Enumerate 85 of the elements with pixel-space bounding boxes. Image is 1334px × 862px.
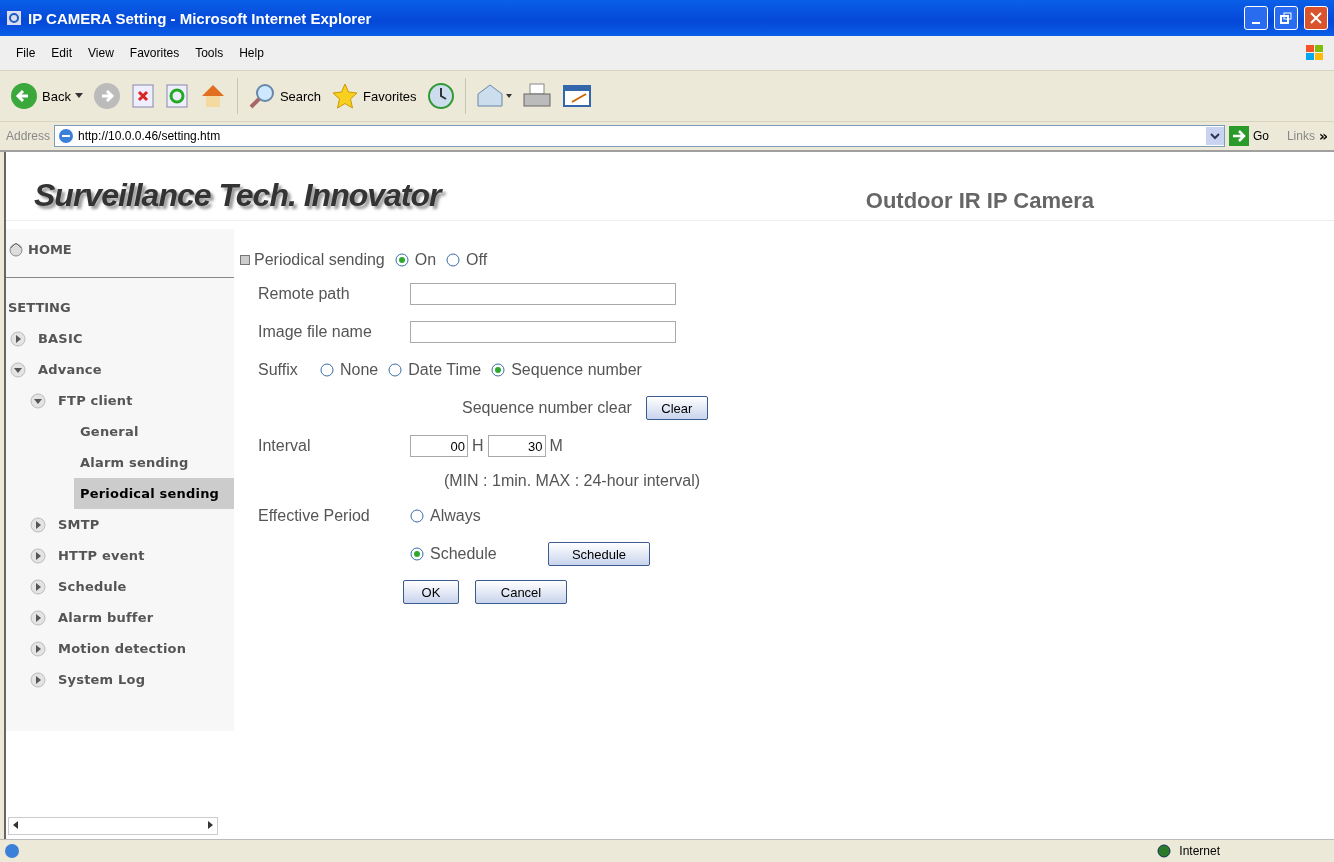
stop-icon[interactable] [130,83,155,109]
restore-button[interactable] [1274,6,1298,30]
radio-button[interactable] [320,363,334,377]
cancel-button[interactable]: Cancel [475,580,567,604]
sidebar-item[interactable]: System Log [30,664,234,695]
minimize-icon [1252,22,1260,24]
menu-item[interactable]: Edit [43,46,81,60]
field-label: Sequence number clear [462,399,632,417]
restore-icon [1280,12,1292,24]
hours-field[interactable]: 00 [410,435,468,457]
sidebar-item[interactable]: General [74,416,234,447]
radio-label: Always [430,507,481,525]
favorites-button[interactable]: Favorites [331,82,417,110]
radio-button[interactable] [394,253,409,267]
minutes-field[interactable]: 30 [487,435,546,457]
address-field[interactable]: http://10.0.0.46/setting.htm [54,125,1225,147]
history-icon[interactable] [426,82,455,110]
close-button[interactable] [1304,6,1328,30]
radio-label: Date Time [408,361,482,379]
menu-item[interactable]: Tools [187,46,232,60]
logo-text: Surveillance Tech. Innovator [34,177,441,214]
schedule-button[interactable]: Schedule [548,542,650,566]
home-link[interactable]: HOME [6,241,234,278]
zone-text: Internet [1179,844,1220,858]
url-text: http://10.0.0.46/setting.htm [78,129,222,143]
product-title: Outdoor IR IP Camera [865,188,1094,214]
sidebar-item[interactable]: Alarm buffer [30,602,234,633]
field-label: Remote path [257,285,351,303]
radio-button[interactable] [410,547,424,561]
input-field[interactable] [410,283,676,305]
unit-label: M [549,437,563,455]
interval-note: (MIN : 1min. MAX : 24-hour interval) [444,472,701,490]
clear-button[interactable]: Clear [645,396,708,420]
radio-label: Schedule [430,545,497,563]
square-bullet-icon [240,255,250,265]
input-field[interactable] [410,321,676,343]
section-title: Periodical sending [254,251,385,269]
search-button[interactable]: Search [247,82,322,110]
menu-item[interactable]: Favorites [121,46,188,60]
menu-item[interactable]: Help [231,46,272,60]
sidebar-item[interactable]: Schedule [30,571,234,602]
radio-label: Off [466,251,488,269]
radio-button[interactable] [388,363,403,377]
search-icon [247,82,276,110]
field-label: Effective Period [257,507,371,525]
field-label: Suffix [257,361,299,379]
section-heading: SETTING [7,299,72,317]
radio-label: On [414,251,437,269]
menu-item[interactable]: File [8,46,44,60]
sidebar-item[interactable]: Alarm sending [74,447,234,478]
dropdown-icon[interactable] [1205,127,1224,145]
globe-icon [1157,844,1172,858]
more-links-text[interactable]: » [1318,128,1328,144]
menu-item[interactable]: View [80,46,122,60]
window-title: IP CAMERA Setting - Microsoft Internet Explorer [28,9,373,27]
back-button[interactable]: Back [10,82,83,110]
sidebar-item[interactable]: HTTP event [30,540,234,571]
edit-icon[interactable] [561,82,592,110]
star-icon [331,82,360,110]
forward-button[interactable] [92,82,121,110]
printer-icon[interactable] [521,82,552,110]
close-icon [1310,12,1322,24]
unit-label: H [472,437,484,455]
caret-icon [74,93,83,99]
field-label: Image file name [257,323,373,341]
radio-label: Sequence number [511,361,642,379]
radio-button[interactable] [410,509,424,523]
address-label: Address [6,129,51,143]
horizontal-scrollbar[interactable] [8,817,218,835]
go-button[interactable]: Go [1228,126,1283,146]
sidebar-item[interactable]: SMTP [30,509,234,540]
sidebar-item[interactable]: Motion detection [30,633,234,664]
minimize-button[interactable] [1244,6,1268,30]
radio-button[interactable] [491,363,506,377]
sidebar-item[interactable]: Periodical sending [74,478,234,509]
radio-button[interactable] [446,253,461,267]
browser-icon [6,10,22,26]
field-label: Interval [257,437,312,455]
sidebar-item[interactable]: FTP client [30,385,234,416]
windows-logo-icon [1304,43,1326,63]
ok-button[interactable]: OK [403,580,459,604]
radio-label: None [340,361,379,379]
sidebar-item[interactable]: Advance [10,354,234,385]
arrow-icon [1228,126,1249,146]
sidebar-item[interactable]: BASIC [10,323,234,354]
